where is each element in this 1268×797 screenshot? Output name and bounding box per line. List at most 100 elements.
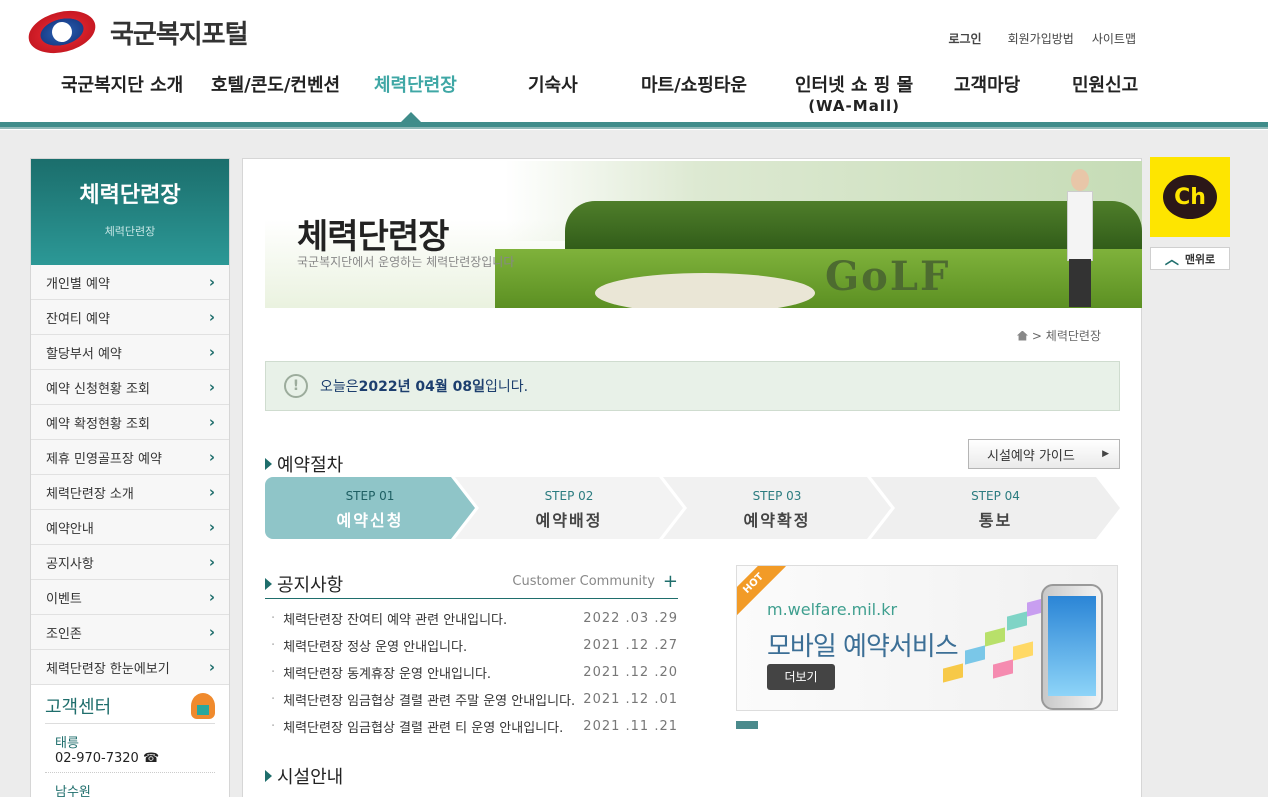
side-nav-item-notice[interactable]: 공지사항 › xyxy=(31,545,229,580)
app-tile-icon xyxy=(943,663,963,683)
branch-name: 남수원 xyxy=(55,785,91,797)
side-nav-item-personal-reservation[interactable]: 개인별 예약 › xyxy=(31,265,229,300)
nav-item-label: 호텔/콘도/컨벤션 xyxy=(211,75,341,96)
side-nav-item-partner-golf[interactable]: 제휴 민영골프장 예약 › xyxy=(31,440,229,475)
side-nav-item-label: 예약 확정현황 조회 xyxy=(46,416,150,432)
side-nav-item-label: 할당부서 예약 xyxy=(46,346,122,362)
side-nav-item-request-status[interactable]: 예약 신청현황 조회 › xyxy=(31,370,229,405)
side-nav-item-label: 잔여티 예약 xyxy=(46,311,110,327)
home-icon[interactable] xyxy=(1016,330,1028,341)
breadcrumb-current: > 체력단련장 xyxy=(1031,329,1101,343)
chevron-right-icon: › xyxy=(208,553,215,571)
nav-item-fitness[interactable]: 체력단련장 xyxy=(374,76,457,96)
side-nav-item-label: 이벤트 xyxy=(46,591,82,607)
nav-item-label: 체력단련장 xyxy=(374,75,457,96)
notice-list: · 체력단련장 잔여티 예약 관련 안내입니다. 2022 .03 .29 · 체력단… xyxy=(265,605,678,740)
side-nav-item-overview[interactable]: 체력단련장 한눈에보기 › xyxy=(31,650,229,685)
kakao-channel-icon: Ch xyxy=(1163,175,1217,219)
side-nav-item-label: 제휴 민영골프장 예약 xyxy=(46,451,162,467)
side-nav-item-label: 개인별 예약 xyxy=(46,276,110,292)
triangle-bullet-icon xyxy=(265,770,272,782)
side-nav-item-label: 체력단련장 소개 xyxy=(46,486,134,502)
notice-item[interactable]: · 체력단련장 정상 운영 안내입니다. 2021 .12 .27 xyxy=(265,632,678,659)
chevron-right-icon: › xyxy=(208,483,215,501)
nav-item-label: 민원신고 xyxy=(1072,75,1139,96)
triangle-bullet-icon xyxy=(265,458,272,470)
reservation-section-title: 예약절차 xyxy=(265,451,343,477)
slide-indicator[interactable] xyxy=(736,721,758,729)
exclamation-icon: ! xyxy=(284,374,308,398)
site-logo[interactable]: 국군복지포털 xyxy=(24,4,249,60)
page-title: 체력단련장 xyxy=(297,217,449,257)
notice-date: 2021 .12 .20 xyxy=(583,665,678,680)
step-name: 예약신청 xyxy=(336,511,404,530)
notice-item[interactable]: · 체력단련장 임금협상 결렬 관련 티 운영 안내입니다. 2021 .11 .2… xyxy=(265,713,678,740)
scroll-top-label: 맨위로 xyxy=(1184,252,1216,266)
login-link[interactable]: 로그인 xyxy=(948,30,981,47)
side-nav-item-label: 예약 신청현황 조회 xyxy=(46,381,150,397)
nav-item-customer[interactable]: 고객마당 xyxy=(954,76,1020,96)
nav-item-mall[interactable]: 인터넷 쇼 핑 몰 (WA-Mall) xyxy=(795,76,913,116)
notice-more-link[interactable]: Customer Community + xyxy=(512,571,678,592)
step-4: STEP 04 통보 xyxy=(871,477,1120,539)
side-nav-item-label: 예약안내 xyxy=(46,521,94,537)
side-nav-header: 체력단련장 체력단련장 xyxy=(31,159,229,265)
notice-title: 체력단련장 임금협상 결렬 관련 티 운영 안내입니다. xyxy=(283,721,564,736)
plus-icon: + xyxy=(662,571,678,592)
phone-icon xyxy=(191,693,215,719)
side-nav-item-join-zone[interactable]: 조인존 › xyxy=(31,615,229,650)
step-3: STEP 03 예약확정 xyxy=(663,477,891,539)
notice-date: 2021 .12 .27 xyxy=(583,638,678,653)
section-title-label: 예약절차 xyxy=(277,455,344,476)
main-nav: 국군복지단 소개 호텔/콘도/컨벤션 체력단련장 기숙사 마트/쇼핑타운 인터넷… xyxy=(0,72,1268,122)
side-nav-item-label: 체력단련장 한눈에보기 xyxy=(46,661,170,677)
nav-item-dormitory[interactable]: 기숙사 xyxy=(528,76,578,96)
nav-bar xyxy=(0,122,1268,129)
side-nav-item-confirm-status[interactable]: 예약 확정현황 조회 › xyxy=(31,405,229,440)
nav-item-mart[interactable]: 마트/쇼핑타운 xyxy=(641,76,747,96)
step-name: 통보 xyxy=(978,511,1013,530)
mobile-service-banner[interactable]: HOT m.welfare.mil.kr 모바일 예약서비스 더보기 xyxy=(736,565,1118,711)
today-notice: ! 오늘은 2022년 04월 08일 입니다. xyxy=(265,361,1120,411)
notice-item[interactable]: · 체력단련장 잔여티 예약 관련 안내입니다. 2022 .03 .29 xyxy=(265,605,678,632)
chevron-right-icon: › xyxy=(208,273,215,291)
banner-bunker xyxy=(595,273,815,308)
facility-guide-button[interactable]: 시설예약 가이드 ▶ xyxy=(968,439,1120,469)
side-nav-item-intro[interactable]: 체력단련장 소개 › xyxy=(31,475,229,510)
nav-item-hotel[interactable]: 호텔/콘도/컨벤션 xyxy=(211,76,340,96)
sitemap-link[interactable]: 사이트맵 xyxy=(1092,30,1136,47)
app-tile-icon xyxy=(993,659,1013,679)
branch-name: 태릉 xyxy=(55,736,79,751)
site-header: 국군복지포털 로그인 회원가입방법 사이트맵 국군복지단 소개 호텔/콘도/컨벤… xyxy=(0,0,1268,130)
banner-golf-word: GoLF xyxy=(825,253,951,300)
side-nav-item-label: 조인존 xyxy=(46,626,82,642)
scroll-top-button[interactable]: ︿ 맨위로 xyxy=(1150,247,1230,270)
notice-item[interactable]: · 체력단련장 임금협상 결렬 관련 주말 운영 안내입니다. 2021 .12 .… xyxy=(265,686,678,713)
chevron-right-icon: › xyxy=(208,518,215,536)
customer-center-label: 고객센터 xyxy=(45,697,112,718)
kakao-channel-button[interactable]: Ch xyxy=(1150,157,1230,237)
side-nav-item-dept-reservation[interactable]: 할당부서 예약 › xyxy=(31,335,229,370)
nav-item-intro[interactable]: 국군복지단 소개 xyxy=(61,76,183,96)
page-subtitle: 국군복지단에서 운영하는 체력단련장입니다 xyxy=(297,255,515,269)
notice-date: 2022 .03 .29 xyxy=(583,611,678,626)
side-nav-item-guide[interactable]: 예약안내 › xyxy=(31,510,229,545)
chevron-up-icon: ︿ xyxy=(1164,251,1179,268)
emblem-icon xyxy=(24,4,100,60)
step-number: STEP 03 xyxy=(752,489,802,503)
app-tile-icon xyxy=(965,645,985,665)
today-date: 2022년 04월 08일 xyxy=(358,379,485,395)
nav-item-complaint[interactable]: 민원신고 xyxy=(1072,76,1138,96)
branch-contact: 남수원 xyxy=(45,773,215,797)
side-nav-item-remaining-tee[interactable]: 잔여티 예약 › xyxy=(31,300,229,335)
notice-item[interactable]: · 체력단련장 동계휴장 운영 안내입니다. 2021 .12 .20 xyxy=(265,659,678,686)
reservation-steps: STEP 01 예약신청 STEP 02 예약배정 STEP 03 예약확정 S… xyxy=(265,477,1120,539)
step-name: 예약확정 xyxy=(743,511,811,530)
side-nav-item-event[interactable]: 이벤트 › xyxy=(31,580,229,615)
mobile-more-button[interactable]: 더보기 xyxy=(767,664,835,690)
customer-center: 고객센터 태릉 02-970-7320 ☎ 남수원 xyxy=(31,685,229,797)
join-guide-link[interactable]: 회원가입방법 xyxy=(1008,30,1074,47)
notice-section-title: 공지사항 xyxy=(265,571,343,597)
nav-item-label: 기숙사 xyxy=(528,75,578,96)
facility-section-title: 시설안내 xyxy=(265,763,343,789)
